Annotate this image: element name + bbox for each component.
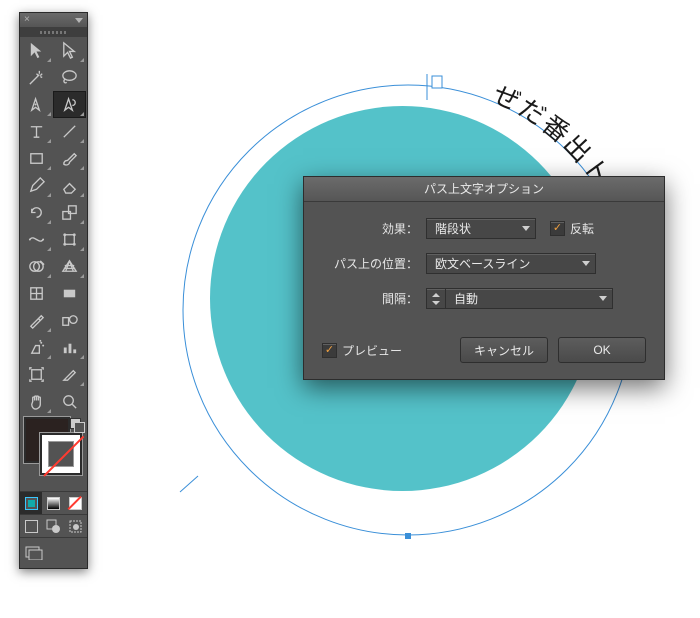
- zoom-tool[interactable]: [53, 388, 86, 415]
- eyedropper-tool[interactable]: [20, 307, 53, 334]
- symbol-sprayer-tool[interactable]: [20, 334, 53, 361]
- blend-tool[interactable]: [53, 307, 86, 334]
- scale-tool[interactable]: [53, 199, 86, 226]
- magic-wand-tool[interactable]: [20, 64, 53, 91]
- preview-label: プレビュー: [342, 342, 402, 359]
- swap-fill-stroke-icon[interactable]: [70, 418, 84, 432]
- gradient-tool[interactable]: [53, 280, 86, 307]
- spacing-label: 間隔：: [322, 290, 426, 307]
- draw-mode-row: [20, 514, 87, 537]
- ok-button[interactable]: OK: [558, 337, 646, 363]
- dialog-title: パス上文字オプション: [304, 177, 664, 202]
- close-icon[interactable]: ×: [24, 15, 30, 25]
- perspective-grid-tool[interactable]: [53, 253, 86, 280]
- chevron-down-icon: [599, 296, 607, 301]
- draw-behind[interactable]: [42, 515, 64, 537]
- paintbrush-tool[interactable]: [53, 145, 86, 172]
- pencil-tool[interactable]: [20, 172, 53, 199]
- color-mode-gradient[interactable]: [42, 492, 64, 514]
- flip-checkbox[interactable]: [550, 221, 565, 236]
- draw-normal[interactable]: [20, 515, 42, 537]
- lasso-tool[interactable]: [53, 64, 86, 91]
- direct-selection-tool[interactable]: [53, 37, 86, 64]
- pen-tool[interactable]: [20, 91, 53, 118]
- path-endcap-line: [180, 476, 198, 492]
- align-dropdown[interactable]: 欧文ベースライン: [426, 253, 596, 274]
- free-transform-tool[interactable]: [53, 226, 86, 253]
- rectangle-tool[interactable]: [20, 145, 53, 172]
- color-mode-none[interactable]: [64, 492, 86, 514]
- text-out-port[interactable]: [432, 76, 442, 88]
- tools-panel-grip[interactable]: [20, 27, 87, 37]
- align-label: パス上の位置：: [322, 255, 426, 272]
- effect-dropdown[interactable]: 階段状: [426, 218, 536, 239]
- rotate-tool[interactable]: [20, 199, 53, 226]
- type-on-path-options-dialog: パス上文字オプション 効果： 階段状 反転 パス上の位置： 欧文ベースライン 間…: [303, 176, 665, 380]
- selection-tool[interactable]: [20, 37, 53, 64]
- mesh-tool[interactable]: [20, 280, 53, 307]
- screen-mode-row: [20, 537, 87, 568]
- color-mode-color[interactable]: [20, 492, 42, 514]
- slice-tool[interactable]: [53, 361, 86, 388]
- change-screen-mode[interactable]: [24, 541, 46, 563]
- cancel-button[interactable]: キャンセル: [460, 337, 548, 363]
- tools-panel-header[interactable]: ×: [20, 13, 87, 27]
- width-tool[interactable]: [20, 226, 53, 253]
- effect-label: 効果：: [322, 220, 426, 237]
- type-tool[interactable]: [20, 118, 53, 145]
- spacing-dropdown[interactable]: 自動: [445, 288, 613, 309]
- artboard-tool[interactable]: [20, 361, 53, 388]
- collapse-chevron-icon[interactable]: [75, 18, 83, 23]
- chevron-down-icon: [582, 261, 590, 266]
- color-mode-row: [20, 491, 87, 514]
- line-segment-tool[interactable]: [53, 118, 86, 145]
- fill-stroke-swatch[interactable]: [20, 415, 87, 491]
- column-graph-tool[interactable]: [53, 334, 86, 361]
- hand-tool[interactable]: [20, 388, 53, 415]
- draw-inside[interactable]: [64, 515, 86, 537]
- stroke-color-swatch[interactable]: [40, 433, 82, 475]
- flip-label: 反転: [570, 220, 594, 237]
- eraser-tool[interactable]: [53, 172, 86, 199]
- tools-panel: ×: [19, 12, 88, 569]
- curvature-tool[interactable]: [53, 91, 86, 118]
- anchor-point-bottom[interactable]: [405, 533, 411, 539]
- tool-grid: [20, 37, 86, 415]
- shape-builder-tool[interactable]: [20, 253, 53, 280]
- preview-checkbox[interactable]: [322, 343, 337, 358]
- chevron-down-icon: [522, 226, 530, 231]
- spacing-stepper[interactable]: [426, 288, 446, 309]
